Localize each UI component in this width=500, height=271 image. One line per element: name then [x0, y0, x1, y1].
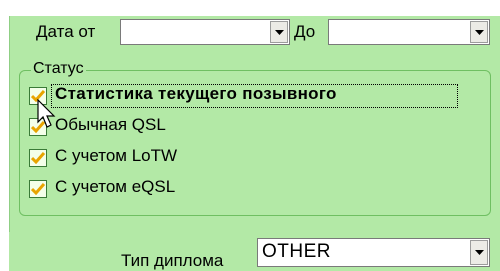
checkbox-lotw[interactable]: [29, 149, 47, 167]
checkbox-label: Обычная QSL: [55, 115, 166, 134]
date-from-combo[interactable]: [120, 19, 290, 45]
checkbox-row-current-callsign[interactable]: Статистика текущего позывного: [29, 84, 459, 108]
checkbox-label: С учетом eQSL: [55, 177, 176, 196]
checkbox-label: С учетом LoTW: [55, 146, 178, 165]
chevron-down-icon[interactable]: [270, 21, 288, 43]
checkmark-icon: [31, 183, 45, 195]
checkbox-row-lotw[interactable]: С учетом LoTW: [29, 146, 229, 170]
mouse-pointer-icon: [37, 99, 56, 128]
checkbox-label: Статистика текущего позывного: [55, 84, 337, 103]
chevron-down-icon[interactable]: [470, 240, 488, 265]
date-to-label: До: [294, 22, 316, 41]
checkmark-icon: [31, 152, 45, 164]
diploma-type-value: OTHER: [262, 241, 331, 262]
date-from-label: Дата от: [36, 22, 96, 41]
checkbox-eqsl[interactable]: [29, 180, 47, 198]
checkbox-row-regular-qsl[interactable]: Обычная QSL: [29, 115, 229, 139]
diploma-type-combo[interactable]: OTHER: [257, 238, 490, 267]
date-to-combo[interactable]: [328, 19, 490, 45]
chevron-down-icon[interactable]: [470, 21, 488, 43]
top-background: [9, 0, 500, 16]
status-group-title: Статус: [31, 60, 86, 78]
checkbox-row-eqsl[interactable]: С учетом eQSL: [29, 177, 229, 201]
diploma-type-label: Тип диплома: [121, 251, 224, 270]
